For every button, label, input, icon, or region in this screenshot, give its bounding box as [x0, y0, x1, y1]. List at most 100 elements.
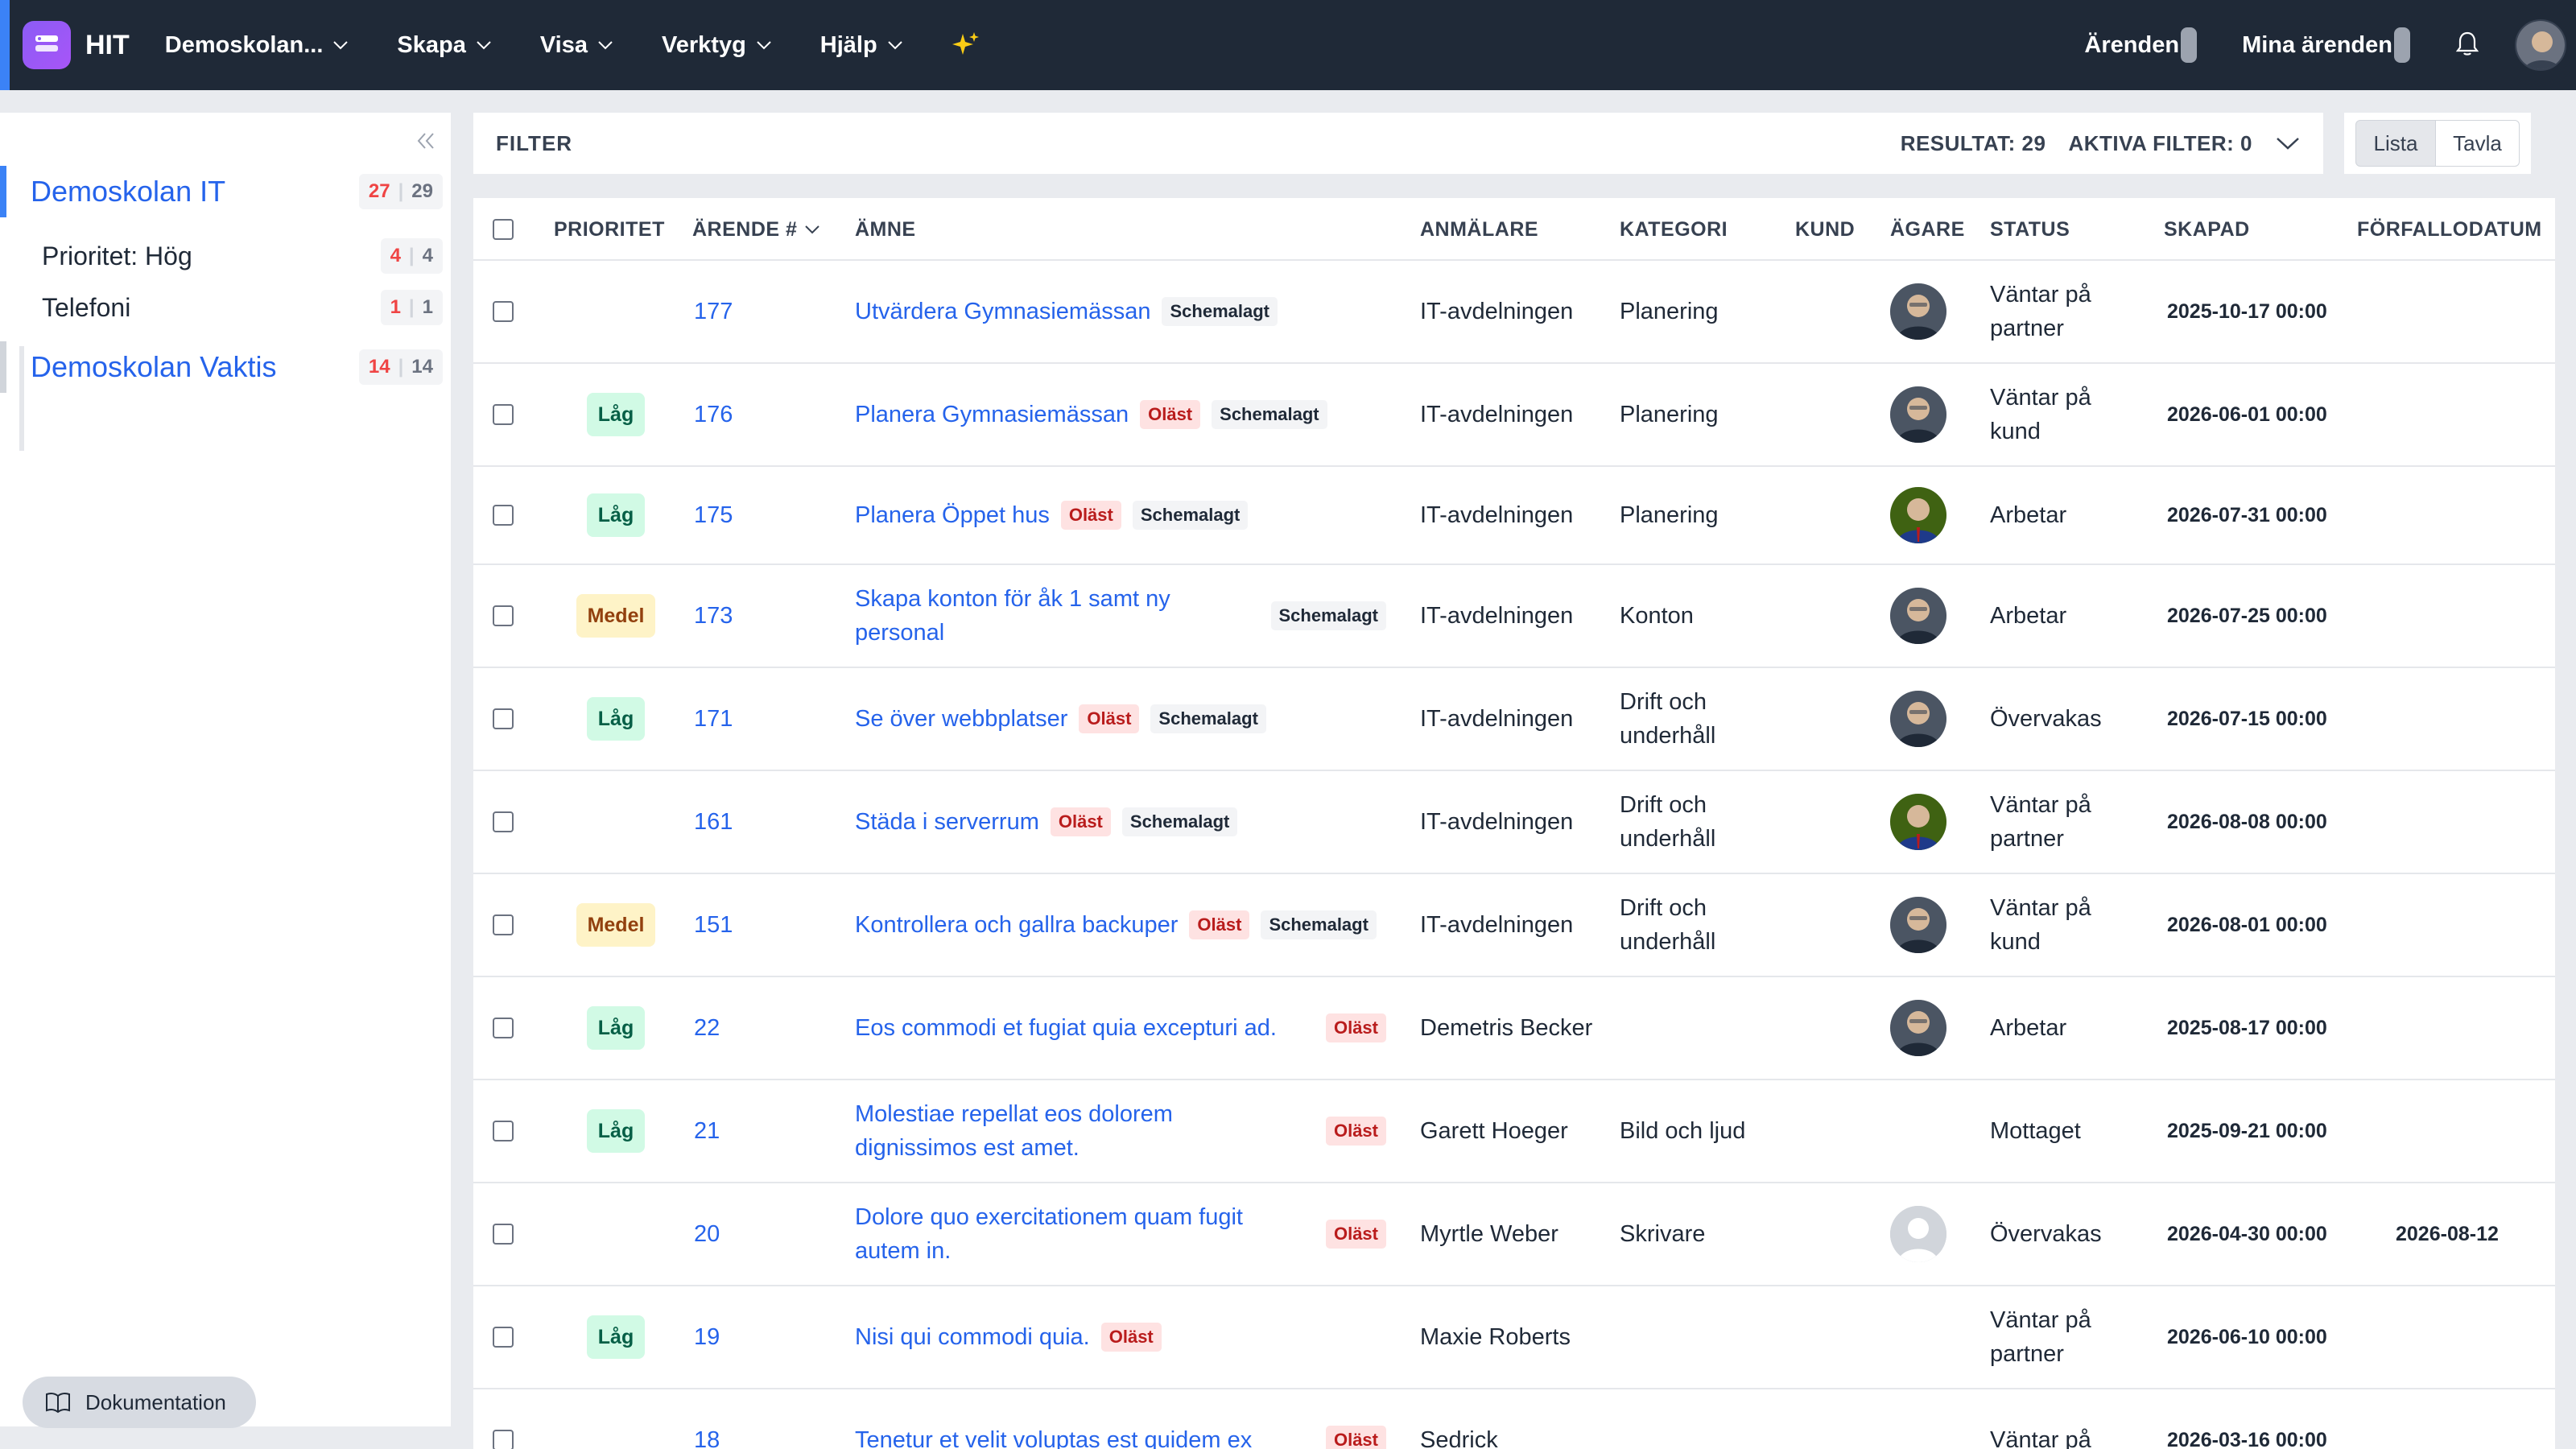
owner-avatar[interactable] — [1890, 794, 1946, 850]
notifications-button[interactable] — [2455, 31, 2479, 60]
owner-avatar[interactable] — [1890, 283, 1946, 340]
subject-link[interactable]: Nisi qui commodi quia. — [855, 1320, 1090, 1354]
table-row[interactable]: Låg 171 Se över webbplatser Oläst Schemalagt… — [473, 668, 2555, 771]
case-number-link[interactable]: 177 — [694, 261, 733, 362]
owner-avatar[interactable] — [1890, 1000, 1946, 1056]
chevron-down-icon[interactable] — [2275, 135, 2301, 151]
menu-view[interactable]: Visa — [540, 32, 613, 59]
menu-help[interactable]: Hjälp — [820, 32, 903, 59]
case-number-link[interactable]: 173 — [694, 565, 733, 667]
subject-link[interactable]: Tenetur et velit voluptas est quidem ex — [855, 1423, 1290, 1449]
case-number-link[interactable]: 151 — [694, 874, 733, 976]
cases-label: Ärenden — [2084, 31, 2180, 58]
case-number-link[interactable]: 21 — [694, 1080, 720, 1182]
menu-create[interactable]: Skapa — [397, 32, 491, 59]
row-checkbox[interactable] — [493, 1327, 514, 1348]
case-number-link[interactable]: 19 — [694, 1286, 720, 1388]
documentation-button[interactable]: Dokumentation — [23, 1377, 256, 1428]
row-checkbox[interactable] — [493, 1121, 514, 1141]
table-row[interactable]: Låg 175 Planera Öppet hus Oläst Schemalagt IT… — [473, 467, 2555, 565]
select-all-checkbox[interactable] — [493, 219, 514, 240]
user-avatar[interactable] — [2515, 19, 2566, 71]
subject-link[interactable]: Planera Gymnasiemässan — [855, 398, 1129, 431]
column-subject[interactable]: ÄMNE — [855, 198, 916, 261]
status-cell: Övervakas — [1990, 1221, 2102, 1247]
row-checkbox[interactable] — [493, 708, 514, 729]
column-reporter[interactable]: ANMÄLARE — [1420, 198, 1538, 261]
column-status[interactable]: STATUS — [1990, 198, 2070, 261]
sidebar-item-demoskolan-it[interactable]: Demoskolan IT 27 | 29 — [0, 166, 451, 217]
created-cell: 2026-08-01 00:00 — [2167, 914, 2327, 936]
case-number-link[interactable]: 18 — [694, 1389, 720, 1449]
table-row[interactable]: Låg 21 Molestiae repellat eos dolorem dign… — [473, 1080, 2555, 1183]
row-checkbox[interactable] — [493, 301, 514, 322]
reporter-cell: IT-avdelningen — [1420, 299, 1574, 324]
cases-toggle[interactable]: Ärenden — [2084, 27, 2198, 63]
table-row[interactable]: Medel 173 Skapa konton för åk 1 samt ny pe… — [473, 565, 2555, 668]
table-row[interactable]: Låg 19 Nisi qui commodi quia. Oläst Maxie Ro… — [473, 1286, 2555, 1389]
column-priority[interactable]: PRIORITET — [554, 198, 665, 261]
reporter-cell: Myrtle Weber — [1420, 1221, 1558, 1247]
subject-link[interactable]: Utvärdera Gymnasiemässan — [855, 295, 1150, 328]
count-separator: | — [408, 296, 415, 318]
priority-badge: Låg — [586, 393, 646, 436]
created-cell: 2026-06-10 00:00 — [2167, 1326, 2327, 1348]
owner-avatar[interactable] — [1890, 588, 1946, 644]
case-number-link[interactable]: 175 — [694, 467, 733, 564]
collapse-sidebar-button[interactable] — [414, 129, 438, 157]
row-checkbox[interactable] — [493, 1018, 514, 1038]
chevron-down-icon — [598, 41, 613, 50]
view-list-button[interactable]: Lista — [2355, 120, 2436, 167]
row-checkbox[interactable] — [493, 1430, 514, 1449]
menu-workspace[interactable]: Demoskolan... — [165, 32, 349, 59]
menu-tools[interactable]: Verktyg — [662, 32, 772, 59]
case-number-link[interactable]: 171 — [694, 668, 733, 770]
column-customer[interactable]: KUND — [1795, 198, 1855, 261]
subject-link[interactable]: Städa i serverrum — [855, 805, 1039, 839]
subject-link[interactable]: Skapa konton för åk 1 samt ny personal — [855, 582, 1260, 650]
column-due-date[interactable]: FÖRFALLODATUM — [2357, 198, 2542, 261]
filter-bar[interactable]: FILTER RESULTAT: 29 AKTIVA FILTER: 0 — [473, 113, 2323, 174]
row-checkbox[interactable] — [493, 404, 514, 425]
table-row[interactable]: 177 Utvärdera Gymnasiemässan Schemalagt IT-… — [473, 261, 2555, 364]
table-row[interactable]: Medel 151 Kontrollera och gallra backuper O… — [473, 874, 2555, 977]
created-cell: 2026-08-08 00:00 — [2167, 811, 2327, 833]
table-row[interactable]: 20 Dolore quo exercitationem quam fugit a… — [473, 1183, 2555, 1286]
owner-avatar[interactable] — [1890, 487, 1946, 543]
subject-link[interactable]: Se över webbplatser — [855, 702, 1067, 736]
owner-avatar[interactable] — [1890, 897, 1946, 953]
owner-avatar[interactable] — [1890, 1206, 1946, 1262]
sidebar-item-telefoni[interactable]: Telefoni 1 | 1 — [0, 282, 451, 333]
table-row[interactable]: 18 Tenetur et velit voluptas est quidem e… — [473, 1389, 2555, 1449]
status-cell: Väntar på partner — [1990, 282, 2091, 341]
row-checkbox[interactable] — [493, 505, 514, 526]
column-owner[interactable]: ÄGARE — [1890, 198, 1965, 261]
view-board-button[interactable]: Tavla — [2436, 120, 2520, 167]
table-row[interactable]: Låg 176 Planera Gymnasiemässan Oläst Schemal… — [473, 364, 2555, 467]
subject-link[interactable]: Molestiae repellat eos dolorem dignissim… — [855, 1097, 1290, 1165]
subject-link[interactable]: Eos commodi et fugiat quia excepturi ad. — [855, 1011, 1290, 1045]
table-row[interactable]: 161 Städa i serverrum Oläst Schemalagt IT-av… — [473, 771, 2555, 874]
row-checkbox[interactable] — [493, 605, 514, 626]
column-category[interactable]: KATEGORI — [1620, 198, 1728, 261]
my-cases-toggle[interactable]: Mina ärenden — [2242, 27, 2410, 63]
case-number-link[interactable]: 22 — [694, 977, 720, 1079]
row-checkbox[interactable] — [493, 811, 514, 832]
subject-link[interactable]: Dolore quo exercitationem quam fugit aut… — [855, 1200, 1290, 1268]
row-checkbox[interactable] — [493, 914, 514, 935]
column-created[interactable]: SKAPAD — [2164, 198, 2250, 261]
subject-link[interactable]: Planera Öppet hus — [855, 498, 1050, 532]
case-number-link[interactable]: 176 — [694, 364, 733, 465]
app-logo[interactable] — [23, 21, 71, 69]
owner-avatar[interactable] — [1890, 386, 1946, 443]
owner-avatar[interactable] — [1890, 691, 1946, 747]
ai-assistant-button[interactable] — [952, 31, 980, 60]
case-number-link[interactable]: 20 — [694, 1183, 720, 1285]
subject-link[interactable]: Kontrollera och gallra backuper — [855, 908, 1178, 942]
case-number-link[interactable]: 161 — [694, 771, 733, 873]
row-checkbox[interactable] — [493, 1224, 514, 1245]
sidebar-item-priority-high[interactable]: Prioritet: Hög 4 | 4 — [0, 230, 451, 282]
sidebar-item-demoskolan-vaktis[interactable]: Demoskolan Vaktis 14 | 14 — [0, 341, 451, 393]
table-row[interactable]: Låg 22 Eos commodi et fugiat quia exceptur… — [473, 977, 2555, 1080]
column-case-number[interactable]: ÄRENDE # — [692, 198, 821, 261]
